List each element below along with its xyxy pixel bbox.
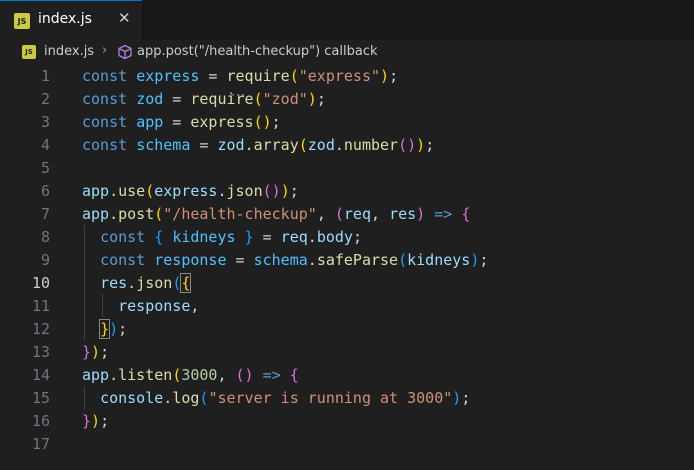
method-cube-icon — [117, 44, 133, 64]
line-number: 12 — [31, 320, 50, 338]
code-text: const app = express(); — [82, 113, 281, 131]
code-text: }); — [82, 412, 110, 430]
tab-bar: JS index.js ✕ — [0, 0, 694, 40]
code-text: const response = schema.safeParse(kidney… — [100, 251, 489, 269]
chevron-right-icon: › — [102, 43, 108, 58]
code-text: res.json({ — [100, 273, 192, 293]
line-number: 17 — [31, 435, 50, 453]
code-line[interactable]: 16}); — [0, 410, 694, 433]
code-text: }); — [99, 319, 128, 339]
code-line[interactable]: 5 — [0, 157, 694, 180]
breadcrumb: JS index.js › app.post("/health-checkup"… — [0, 40, 694, 64]
line-number: 15 — [31, 389, 50, 407]
code-text: app.post("/health-checkup", (req, res) =… — [82, 205, 471, 223]
code-line[interactable]: 12 }); — [0, 318, 694, 341]
code-text: response, — [118, 297, 200, 315]
code-text: console.log("server is running at 3000")… — [100, 389, 471, 407]
line-number: 6 — [40, 182, 50, 200]
line-number: 3 — [40, 113, 50, 131]
line-number: 10 — [31, 274, 50, 292]
line-number: 13 — [31, 343, 50, 361]
line-number: 8 — [40, 228, 50, 246]
code-text: const schema = zod.array(zod.number()); — [82, 136, 435, 154]
code-line[interactable]: 4 const schema = zod.array(zod.number()); — [0, 134, 694, 157]
code-editor[interactable]: 1 const express = require("express"); ··· 2… — [0, 64, 694, 470]
line-number: 5 — [40, 159, 50, 177]
line-number: 1 — [40, 67, 50, 85]
breadcrumb-method[interactable]: app.post("/health-checkup") callback — [137, 44, 378, 59]
code-text: const { kidneys } = req.body; — [100, 228, 362, 246]
code-line[interactable]: 9 const response = schema.safeParse(kidn… — [0, 249, 694, 272]
code-text: const zod = require("zod"); — [82, 90, 326, 108]
line-number: 7 — [40, 205, 50, 223]
code-line[interactable]: 15 console.log("server is running at 300… — [0, 387, 694, 410]
line-number: 9 — [40, 251, 50, 269]
code-line[interactable]: 7 app.post("/health-checkup", (req, res) … — [0, 203, 694, 226]
code-text: app.use(express.json()); — [82, 182, 299, 200]
code-text: app.listen(3000, () => { — [82, 366, 299, 384]
code-line[interactable]: 11 response, — [0, 295, 694, 318]
tab-index-js[interactable]: JS index.js ✕ — [0, 0, 142, 40]
line-number: 2 — [40, 90, 50, 108]
js-file-icon: JS — [14, 13, 30, 29]
code-line[interactable]: 17 — [0, 433, 694, 456]
code-text: }); — [82, 343, 110, 361]
line-number: 16 — [31, 412, 50, 430]
close-icon[interactable]: ✕ — [118, 9, 131, 27]
line-number: 11 — [31, 297, 50, 315]
js-file-icon: JS — [22, 45, 36, 59]
code-line[interactable]: 13}); — [0, 341, 694, 364]
code-line[interactable]: 3 const app = express(); — [0, 111, 694, 134]
code-line[interactable]: 1 const express = require("express"); ··· — [0, 65, 694, 101]
code-line[interactable]: 10 res.json({ — [0, 272, 694, 295]
code-line[interactable]: 8 const { kidneys } = req.body; — [0, 226, 694, 249]
tab-label: index.js — [38, 11, 92, 27]
code-line[interactable]: 6 app.use(express.json()); — [0, 180, 694, 203]
line-number: 14 — [31, 366, 50, 384]
code-line[interactable]: 2 const zod = require("zod"); — [0, 88, 694, 111]
line-number: 4 — [40, 136, 50, 154]
breadcrumb-file[interactable]: index.js — [44, 44, 94, 59]
code-line[interactable]: 14 app.listen(3000, () => { — [0, 364, 694, 387]
